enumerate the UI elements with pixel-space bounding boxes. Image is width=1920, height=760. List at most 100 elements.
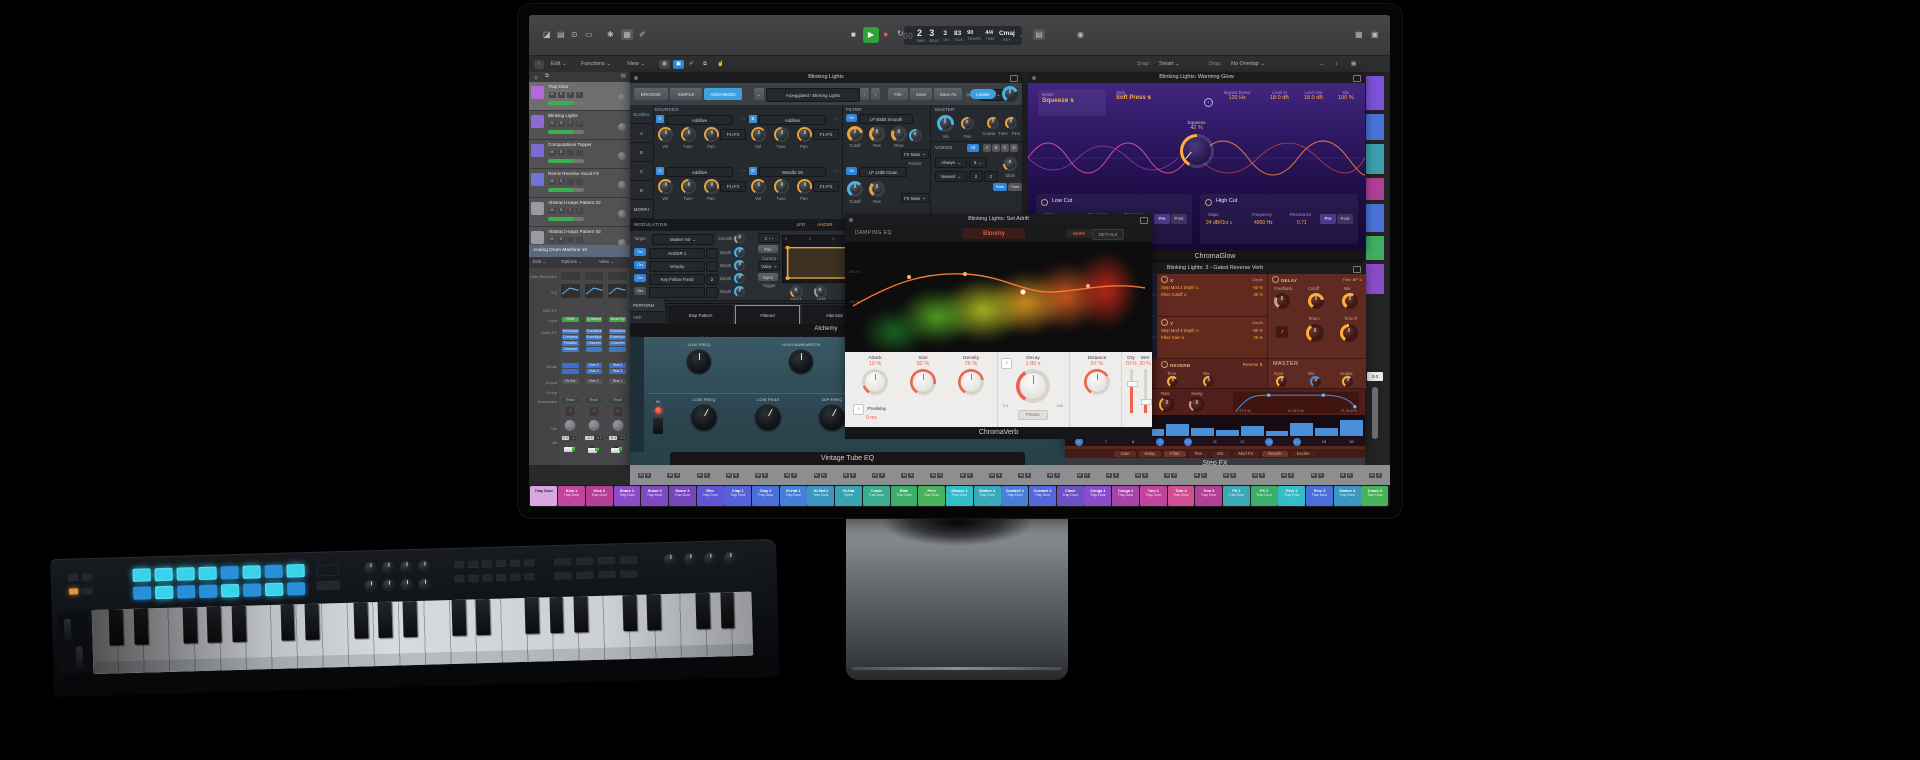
output-slot[interactable]: St Out bbox=[561, 378, 580, 385]
ms-pair[interactable]: MS bbox=[805, 472, 834, 479]
region-cell[interactable]: Cowbell 1 Trap Door bbox=[1001, 486, 1028, 506]
stepfx-tab[interactable]: Mod FX bbox=[1233, 451, 1260, 457]
env-file[interactable]: File bbox=[758, 245, 778, 253]
snap-value[interactable]: Smart ⌄ bbox=[1159, 61, 1180, 67]
track-row[interactable]: Computations Topper MS bbox=[529, 140, 630, 169]
reverb-mix-knob[interactable] bbox=[1203, 376, 1214, 387]
pencil-icon[interactable]: ✐ bbox=[639, 31, 646, 39]
track-row[interactable]: Trap Door MS RI bbox=[529, 82, 630, 111]
region-cell[interactable]: FX 1 Trap Door bbox=[1223, 486, 1250, 506]
delay-cutoff-knob[interactable] bbox=[1308, 293, 1324, 309]
fader-area[interactable] bbox=[562, 446, 575, 451]
ms-pair[interactable]: MS bbox=[718, 472, 747, 479]
play-button[interactable]: ▶ bbox=[863, 27, 879, 43]
step-number[interactable]: 9 bbox=[1156, 438, 1164, 446]
master-vol-knob[interactable] bbox=[937, 115, 954, 132]
distance-control[interactable]: Distance 67 % bbox=[1075, 356, 1119, 395]
mod-swing-knob[interactable] bbox=[1189, 397, 1204, 412]
track-volume-slider[interactable] bbox=[548, 217, 584, 221]
pointer-tool-icon[interactable]: ✐ bbox=[689, 61, 694, 67]
source-block[interactable]: A Additive ‹ › Vol Tune Pan F1+F2 bbox=[654, 113, 747, 165]
ms-pair[interactable]: MS bbox=[688, 472, 717, 479]
wet-control[interactable]: Wet 30 % bbox=[1139, 356, 1151, 413]
zoom-h-icon[interactable]: ↔ bbox=[1319, 61, 1325, 67]
region-cell[interactable]: Cowbell 2 Trap Door bbox=[1029, 486, 1056, 506]
strip-options-menu[interactable]: Options ⌄ bbox=[561, 259, 582, 265]
stepfx-tab[interactable]: Delay bbox=[1139, 451, 1162, 457]
step-number[interactable]: 16 bbox=[1347, 438, 1355, 446]
input-slot[interactable]: Q-Sampl bbox=[585, 316, 604, 323]
source-block[interactable]: D Metallic 09 ‹ › Vol Tune Pan F1+F2 bbox=[747, 165, 840, 217]
region-cell[interactable]: Hi-Hat Open bbox=[835, 486, 862, 506]
region-cell[interactable]: Tom 1 Trap Door bbox=[1140, 486, 1167, 506]
tube-eq-knob-group[interactable]: LOW PEAK bbox=[738, 397, 798, 449]
level-in[interactable]: Level In 18.0 dB bbox=[1270, 90, 1289, 101]
high-cut-slope[interactable]: 24 dB/Oct ⇅ bbox=[1206, 220, 1233, 226]
region-cell[interactable]: Trap Door bbox=[530, 486, 557, 506]
voices-c[interactable]: C bbox=[1001, 144, 1009, 152]
level-out[interactable]: Level Out 18.0 dB bbox=[1304, 90, 1323, 101]
region-cell[interactable]: Kick 1 Trap Door bbox=[558, 486, 585, 506]
track-row[interactable]: Remix Reverse Vocal FX MS bbox=[529, 169, 630, 198]
preset-selector[interactable]: Arpeggiated ! Blinking Lights bbox=[766, 88, 860, 102]
display-mode-icon[interactable]: ◪ bbox=[543, 31, 551, 39]
automation-slot[interactable]: Read bbox=[561, 397, 580, 404]
track-volume-slider[interactable] bbox=[548, 130, 584, 134]
input-slot[interactable]: DMD bbox=[561, 316, 580, 323]
ms-pair[interactable]: MS bbox=[893, 472, 922, 479]
track-buttons[interactable]: MS bbox=[548, 150, 583, 156]
step-number[interactable]: 10 bbox=[1184, 438, 1192, 446]
region-cell[interactable]: Hi-Hat 2 Trap Door bbox=[807, 486, 834, 506]
close-icon[interactable] bbox=[634, 76, 638, 80]
hand-tool-icon[interactable]: ☝ bbox=[717, 61, 724, 67]
input-slot[interactable]: Drum Sy bbox=[608, 316, 627, 323]
arp-tab[interactable]: ARP bbox=[630, 312, 664, 324]
mod-assign-row[interactable]: Step Mod 2 Depth ⇅-50 % bbox=[1157, 283, 1267, 290]
mod-row[interactable]: On Key Follow Fixed 2 Depth bbox=[632, 272, 750, 285]
track-buttons[interactable]: MS bbox=[548, 237, 583, 243]
step-number[interactable]: 12 bbox=[1238, 438, 1246, 446]
ms-pair[interactable]: MS bbox=[864, 472, 893, 479]
ms-pair[interactable]: MS bbox=[1127, 472, 1156, 479]
dry-control[interactable]: Dry 70 % bbox=[1125, 356, 1137, 413]
coarse-knob[interactable] bbox=[987, 117, 999, 129]
active-tool-icon[interactable]: ▣ bbox=[673, 60, 684, 69]
side-tab[interactable]: C bbox=[630, 162, 653, 181]
waveform-zoom-icon[interactable]: ▦ bbox=[1351, 61, 1356, 67]
high-cut-pre[interactable]: Pre bbox=[1320, 214, 1336, 224]
tube-eq-knob-group[interactable]: HIGH BANDWIDTH bbox=[766, 339, 836, 391]
pan-knob[interactable] bbox=[565, 420, 576, 431]
ms-pair[interactable]: MS bbox=[981, 472, 1010, 479]
region-cell[interactable]: Shaker 3 Trap Door bbox=[1334, 486, 1361, 506]
ms-pair[interactable]: MS bbox=[1302, 472, 1331, 479]
functions-menu[interactable]: Functions ⌄ bbox=[581, 61, 611, 67]
glide-time[interactable]: Time bbox=[1008, 183, 1022, 191]
ms-pair[interactable]: MS bbox=[747, 472, 776, 479]
fader-area[interactable] bbox=[586, 446, 599, 451]
chromaverb-titlebar[interactable]: Blinking Lights: Set Adrift bbox=[845, 214, 1152, 225]
track-pan-knob[interactable] bbox=[618, 94, 626, 102]
mod-rate-knob[interactable] bbox=[1159, 397, 1174, 412]
ms-pair[interactable]: MS bbox=[1273, 472, 1302, 479]
track-pan-knob[interactable] bbox=[618, 123, 626, 131]
track-buttons[interactable]: MS RI bbox=[548, 121, 583, 127]
loop-browser-icon[interactable]: ▭ bbox=[585, 31, 593, 39]
modnav-item[interactable]: AHDSR bbox=[817, 222, 832, 227]
catch-playhead-icon[interactable]: ↑ bbox=[534, 60, 544, 69]
mod-envelope-display[interactable]: A: 27.3 %H: 52.2 %R: 20.5 % bbox=[1233, 392, 1359, 413]
mod-assign-row[interactable]: Filter Gain ⇅25 % bbox=[1157, 333, 1267, 340]
simple-button[interactable]: SIMPLE bbox=[670, 88, 702, 100]
ms-pair[interactable]: MS bbox=[1332, 472, 1361, 479]
delay-mix-knob[interactable] bbox=[1342, 293, 1358, 309]
save-as-button[interactable]: Save As bbox=[934, 88, 962, 100]
region-cell[interactable]: Conga 1 Trap Door bbox=[1084, 486, 1111, 506]
file-button[interactable]: File bbox=[888, 88, 908, 100]
modnav-item[interactable]: LFO bbox=[797, 222, 806, 227]
track-pan-knob[interactable] bbox=[618, 152, 626, 160]
ms-pair[interactable]: MS bbox=[1244, 472, 1273, 479]
region-cell[interactable]: Crash 2 Trap Door bbox=[1361, 486, 1388, 506]
ms-pair[interactable]: MS bbox=[1039, 472, 1068, 479]
chromaverb-footer[interactable]: ChromaVerb bbox=[845, 427, 1152, 439]
fx-input-knob[interactable] bbox=[1276, 376, 1287, 387]
bend-down[interactable]: 2 bbox=[984, 171, 998, 182]
